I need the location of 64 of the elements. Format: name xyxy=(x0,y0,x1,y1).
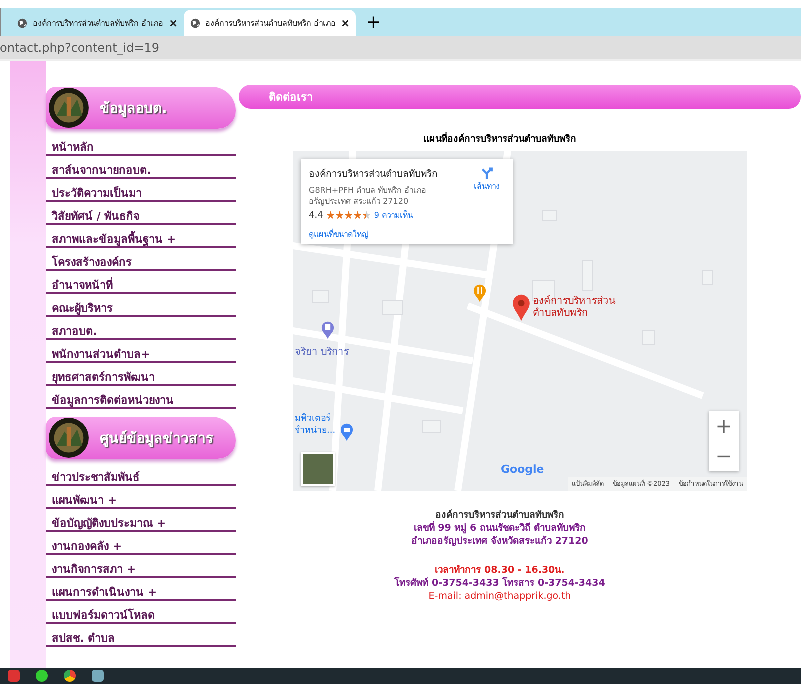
menu-item[interactable]: สภาอบต. xyxy=(46,317,236,340)
directions-icon xyxy=(480,166,494,180)
reviews-link[interactable]: 9 ความเห็น xyxy=(374,209,413,222)
place-label: มพิวเตอร์ จำหน่าย... xyxy=(295,413,337,437)
zoom-in-button[interactable]: + xyxy=(709,411,739,441)
menu-item[interactable]: พนักงานส่วนตำบล+ xyxy=(46,340,236,363)
restaurant-pin-icon xyxy=(473,284,487,303)
close-icon[interactable] xyxy=(168,18,178,28)
place-label: จริยา บริการ xyxy=(295,346,350,359)
organization-name: องค์การบริหารส่วนตำบลทับพริก xyxy=(435,509,566,522)
place-address: อรัญประเทศ สระแก้ว 27120 xyxy=(309,196,410,207)
menu-item[interactable]: ข้อมูลการติดต่อหน่วยงาน xyxy=(46,386,236,409)
map-pin-icon xyxy=(512,294,531,322)
browser-tab[interactable]: องค์การบริหารส่วนตำบลทับพริก อำเภอ xyxy=(184,10,356,36)
menu-item[interactable]: แผนการดำเนินงาน + xyxy=(46,578,236,601)
gas-station-pin-icon xyxy=(321,321,335,340)
section-title: ศูนย์ข้อมูลข่าวสาร xyxy=(100,430,214,449)
menu-item[interactable]: ข่าวประชาสัมพันธ์ xyxy=(46,463,236,486)
rating-value: 4.4 xyxy=(309,210,324,220)
window-app-icon[interactable] xyxy=(92,670,104,682)
marker-label: องค์การบริหารส่วนตำบลทับพริก xyxy=(533,296,617,320)
menu-item[interactable]: หน้าหลัก xyxy=(46,133,236,156)
menu-item[interactable]: ยุทธศาสตร์การพัฒนา xyxy=(46,363,236,386)
map-title: แผนที่องค์การบริหารส่วนตำบลทับพริก xyxy=(422,131,578,146)
address-line: เลขที่ 99 หมู่ 6 ถนนรัชดะวิถี ตำบลทับพริก xyxy=(412,522,588,535)
menu-item[interactable]: แบบฟอร์มดาวน์โหลด xyxy=(46,601,236,624)
menu-item[interactable]: โครงสร้างองค์กร xyxy=(46,248,236,271)
place-name: องค์การบริหารส่วนตำบลทับพริก xyxy=(309,168,439,181)
building-outline xyxy=(382,300,404,316)
menu-item[interactable]: สาส์นจากนายกอบต. xyxy=(46,156,236,179)
shopping-pin-icon xyxy=(340,423,354,442)
google-logo: Google xyxy=(501,463,544,476)
email-address: E-mail: admin@thapprik.go.th xyxy=(428,590,572,603)
chat-app-icon[interactable] xyxy=(36,670,48,682)
menu-item[interactable]: งานกิจการสภา + xyxy=(46,555,236,578)
view-larger-map-link[interactable]: ดูแผนที่ขนาดใหญ่ xyxy=(309,228,505,241)
address-bar[interactable]: ontact.php?content_id=19 xyxy=(0,36,801,61)
menu-item[interactable]: งานกองคลัง + xyxy=(46,532,236,555)
place-address: G8RH+PFH ตำบล ทับพริก อำเภอ xyxy=(309,185,428,196)
zoom-out-button[interactable]: − xyxy=(709,441,739,471)
app-icon[interactable] xyxy=(8,670,20,682)
directions-button[interactable]: เส้นทาง xyxy=(469,166,505,222)
emblem-icon xyxy=(48,87,90,129)
section-title: ข้อมูลอบต. xyxy=(100,100,168,119)
browser-tab[interactable]: องค์การบริหารส่วนตำบลทับพริก อำเภอ xyxy=(11,10,184,36)
menu-item[interactable]: คณะผู้บริหาร xyxy=(46,294,236,317)
menu-item[interactable]: สภาพและข้อมูลพื้นฐาน + xyxy=(46,225,236,248)
menu-item[interactable]: วิสัยทัศน์ / พันธกิจ xyxy=(46,202,236,225)
browser-icon[interactable] xyxy=(64,670,76,682)
menu-item[interactable]: สปสช. ตำบล xyxy=(46,624,236,647)
menu-item[interactable]: แผนพัฒนา + xyxy=(46,486,236,509)
phone-fax: โทรศัพท์ 0-3754-3433 โทรสาร 0-3754-3434 xyxy=(393,577,606,590)
satellite-view-thumbnail[interactable] xyxy=(301,452,335,486)
address-line: อำเภออรัญประเทศ จังหวัดสระแก้ว 27120 xyxy=(410,535,590,548)
office-hours: เวลาทำการ 08.30 - 16.30น. xyxy=(434,564,566,577)
new-tab-button[interactable]: + xyxy=(366,13,382,33)
menu-item[interactable]: ข้อบัญญัติงบประมาณ + xyxy=(46,509,236,532)
page-heading: ติดต่อเรา xyxy=(269,90,313,106)
menu-item[interactable]: อำนาจหน้าที่ xyxy=(46,271,236,294)
emblem-icon xyxy=(48,417,90,459)
close-icon[interactable] xyxy=(341,18,350,28)
globe-icon xyxy=(190,18,201,28)
globe-icon xyxy=(17,18,28,28)
menu-item[interactable]: ประวัติความเป็นมา xyxy=(46,179,236,202)
